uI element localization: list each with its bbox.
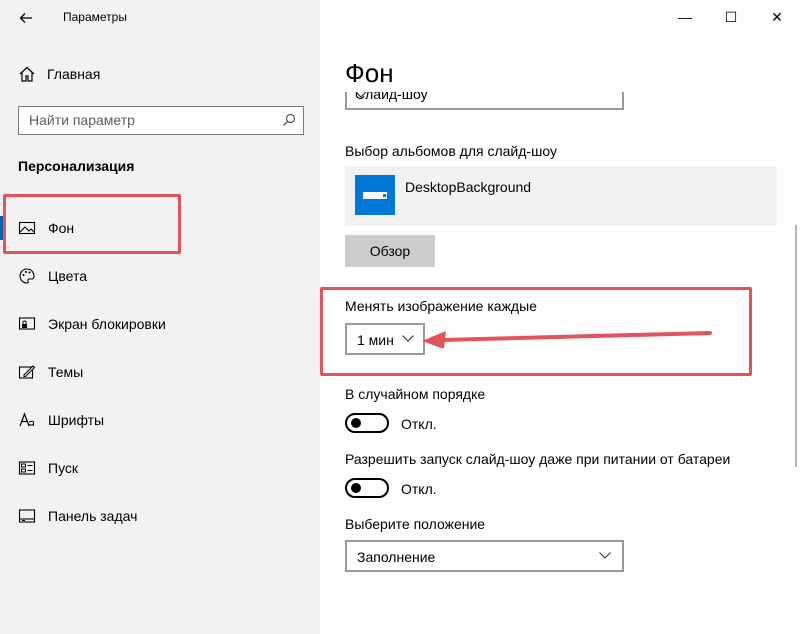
picture-icon bbox=[18, 219, 36, 237]
section-title: Персонализация bbox=[18, 158, 135, 174]
position-value: Заполнение bbox=[357, 549, 436, 565]
taskbar-icon bbox=[18, 507, 36, 525]
search-input[interactable] bbox=[19, 107, 269, 133]
sidebar-item-label: Панель задач bbox=[48, 508, 138, 524]
sidebar: Параметры Главная Персонализация Фон Цве… bbox=[0, 0, 320, 634]
search-icon[interactable] bbox=[281, 112, 297, 128]
battery-label: Разрешить запуск слайд-шоу даже при пита… bbox=[345, 451, 731, 467]
change-every-label: Менять изображение каждые bbox=[345, 298, 537, 314]
chevron-down-icon bbox=[355, 92, 612, 102]
sidebar-item-taskbar[interactable]: Панель задач bbox=[0, 492, 320, 540]
interval-value: 1 мин bbox=[357, 332, 394, 348]
album-card[interactable]: DesktopBackground bbox=[345, 166, 777, 226]
font-icon bbox=[18, 411, 36, 429]
sidebar-item-home[interactable]: Главная bbox=[18, 63, 100, 85]
sidebar-item-label: Шрифты bbox=[48, 412, 105, 428]
shuffle-label: В случайном порядке bbox=[345, 386, 486, 402]
palette-icon bbox=[18, 267, 36, 285]
back-button[interactable] bbox=[14, 6, 38, 30]
shuffle-state: Откл. bbox=[401, 416, 437, 432]
sidebar-item-colors[interactable]: Цвета bbox=[0, 252, 320, 300]
chevron-down-icon bbox=[598, 548, 612, 562]
background-type-select[interactable]: Слайд-шоу bbox=[345, 92, 624, 110]
sidebar-item-background[interactable]: Фон bbox=[0, 204, 320, 252]
minimize-button[interactable]: — bbox=[662, 4, 708, 30]
themes-icon bbox=[18, 363, 36, 381]
sidebar-item-label: Главная bbox=[47, 66, 101, 82]
sidebar-item-fonts[interactable]: Шрифты bbox=[0, 396, 320, 444]
folder-tile-icon bbox=[355, 175, 395, 215]
sidebar-item-label: Цвета bbox=[48, 268, 87, 284]
close-button[interactable]: ✕ bbox=[754, 4, 800, 30]
home-icon bbox=[18, 65, 36, 83]
sidebar-item-themes[interactable]: Темы bbox=[0, 348, 320, 396]
sidebar-nav: Фон Цвета Экран блокировки Темы Шрифты П… bbox=[0, 204, 320, 540]
interval-select[interactable]: 1 мин bbox=[345, 323, 425, 355]
arrow-left-icon bbox=[19, 13, 32, 23]
red-arrow-annotation bbox=[422, 331, 712, 348]
sidebar-item-label: Пуск bbox=[48, 460, 79, 476]
position-select[interactable]: Заполнение bbox=[345, 540, 624, 572]
sidebar-item-label: Фон bbox=[48, 220, 75, 236]
position-label: Выберите положение bbox=[345, 516, 486, 532]
chevron-down-icon bbox=[401, 331, 415, 345]
maximize-button[interactable]: ☐ bbox=[708, 4, 754, 30]
sidebar-item-start[interactable]: Пуск bbox=[0, 444, 320, 492]
sidebar-item-lock-screen[interactable]: Экран блокировки bbox=[0, 300, 320, 348]
sidebar-item-label: Экран блокировки bbox=[48, 316, 166, 332]
search-box[interactable] bbox=[18, 106, 304, 135]
album-name: DesktopBackground bbox=[405, 179, 532, 195]
battery-toggle[interactable] bbox=[345, 478, 389, 498]
sidebar-item-label: Темы bbox=[48, 364, 84, 380]
lock-screen-icon bbox=[18, 315, 36, 333]
browse-button[interactable]: Обзор bbox=[345, 235, 435, 267]
start-icon bbox=[18, 459, 36, 477]
shuffle-toggle[interactable] bbox=[345, 413, 389, 433]
page-title: Фон bbox=[345, 58, 394, 88]
app-title: Параметры bbox=[63, 10, 127, 24]
albums-label: Выбор альбомов для слайд-шоу bbox=[345, 143, 557, 159]
scrollbar[interactable] bbox=[795, 225, 797, 467]
battery-state: Откл. bbox=[401, 481, 437, 497]
